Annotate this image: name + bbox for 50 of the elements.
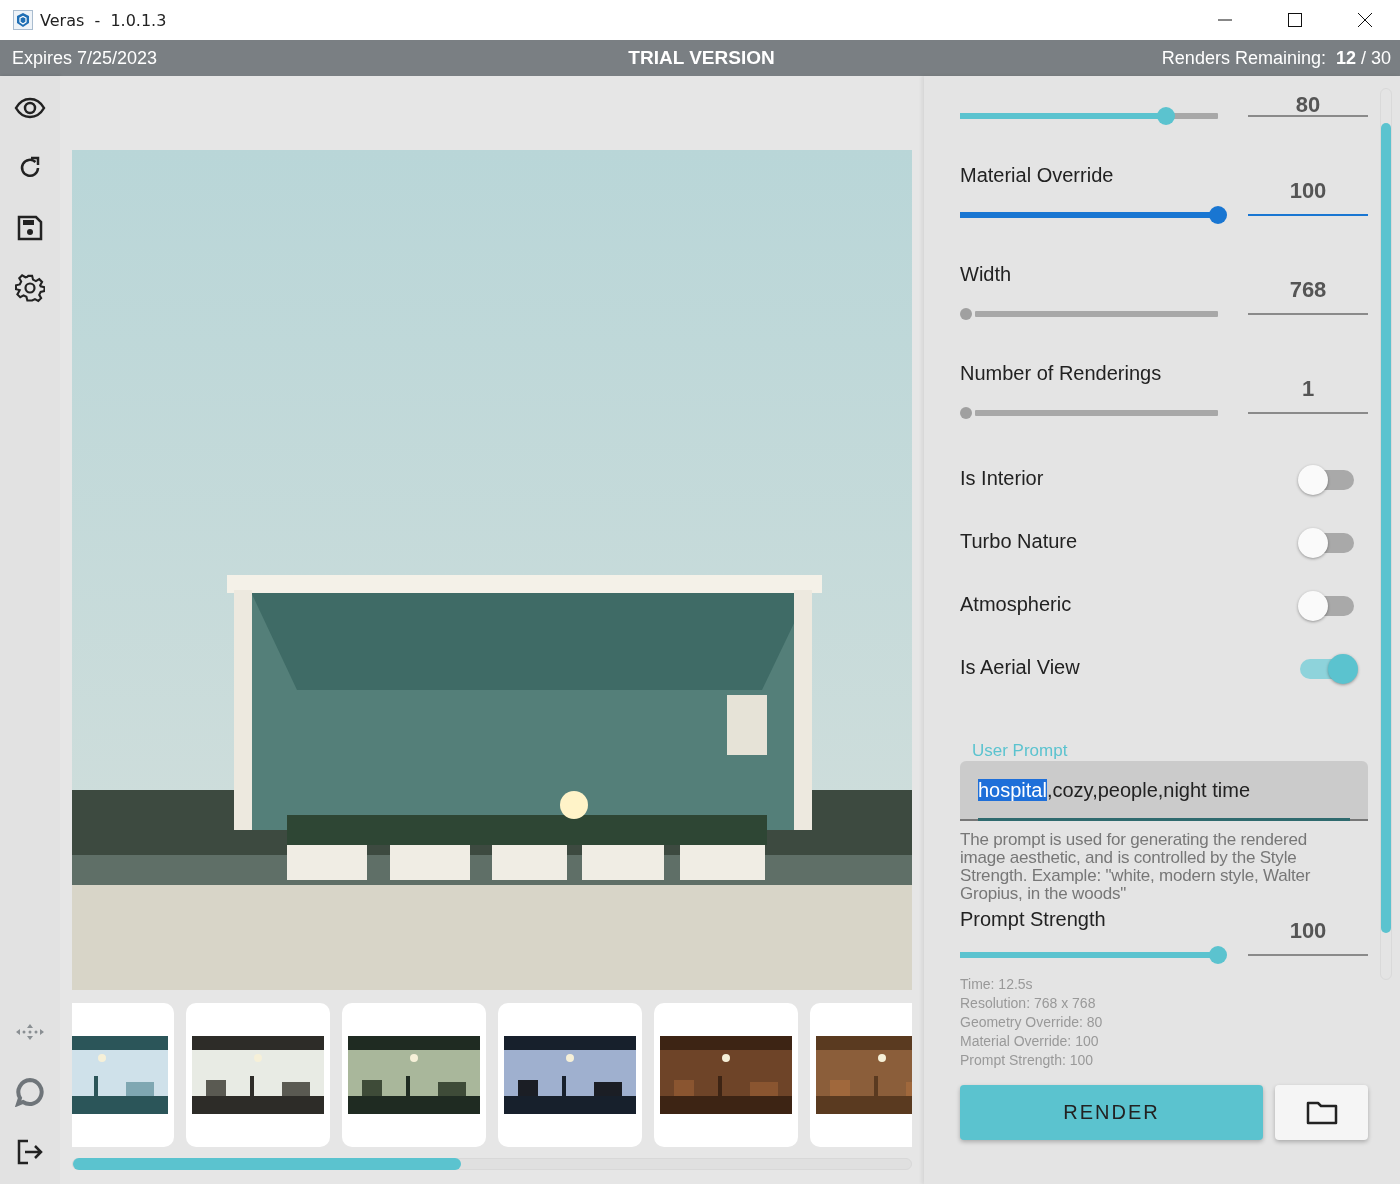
thumbnail[interactable] (72, 1003, 174, 1147)
trial-label: TRIAL VERSION (628, 47, 775, 69)
stat-line: Time: 12.5s (960, 975, 1034, 994)
folder-button[interactable] (1275, 1085, 1368, 1140)
renders-remaining: Renders Remaining: 12 / 30 (1160, 47, 1391, 69)
scroll-thumb[interactable] (1381, 123, 1391, 933)
value-field[interactable]: 768 (1248, 277, 1368, 315)
helper-text: The prompt is used for generating the rendered image aesthetic, and is controlled by the Style Strength. Example: "white, modern style, Walter Gropius, in the woods" (960, 831, 1312, 903)
folder-icon (1305, 1100, 1338, 1125)
setting-label: Turbo Nature (960, 530, 1078, 553)
render-button[interactable]: RENDER (960, 1085, 1264, 1140)
setting-label: Width (960, 262, 1013, 287)
thumbnail[interactable] (654, 1003, 798, 1147)
thumbnail[interactable] (342, 1003, 486, 1147)
setting-label: Material Override (960, 163, 1115, 188)
slider-thumb[interactable] (1209, 206, 1227, 224)
setting-label: Is Aerial View (960, 656, 1080, 679)
stat-line: Prompt Strength: 100 (960, 1051, 1095, 1070)
thumbnail[interactable] (810, 1003, 912, 1147)
stat-line: Geometry Override: 80 (960, 1013, 1104, 1032)
setting-label: Atmospheric (960, 593, 1072, 616)
value-field[interactable]: 80 (1248, 95, 1368, 117)
slider-thumb[interactable] (960, 407, 972, 419)
slider-thumb[interactable] (1209, 946, 1227, 964)
setting-label: Is Interior (960, 467, 1044, 490)
slider[interactable] (960, 205, 1227, 225)
stat-line: Material Override: 100 (960, 1032, 1100, 1051)
window-title: Veras - 1.0.1.3 (40, 10, 168, 30)
stat-line: Resolution: 768 x 768 (960, 994, 1097, 1013)
setting-label: Prompt Strength (960, 907, 1107, 932)
scroll-thumb[interactable] (73, 1158, 461, 1170)
slider-thumb[interactable] (960, 308, 972, 320)
expiry-text: Expires 7/25/2023 (12, 47, 159, 69)
close-icon[interactable] (1357, 12, 1373, 28)
app-icon (13, 10, 33, 30)
scroll-track[interactable] (72, 1158, 912, 1170)
chat-icon[interactable] (14, 1076, 46, 1108)
toggle-switch[interactable] (1298, 652, 1358, 683)
slider[interactable] (960, 945, 1227, 965)
slider-thumb[interactable] (1157, 107, 1176, 125)
setting-label: Number of Renderings (960, 361, 1163, 386)
value-field[interactable]: 1 (1248, 376, 1368, 414)
settings-icon[interactable] (14, 272, 46, 304)
value-field[interactable]: 100 (1248, 918, 1368, 956)
thumbnail[interactable] (498, 1003, 642, 1147)
maximize-icon[interactable] (1287, 12, 1303, 28)
value-field[interactable]: 100 (1248, 178, 1368, 216)
prompt-field[interactable]: hospital,cozy,people,night time (960, 761, 1368, 821)
thumbnail[interactable] (186, 1003, 330, 1147)
field-label: User Prompt (972, 741, 1069, 761)
